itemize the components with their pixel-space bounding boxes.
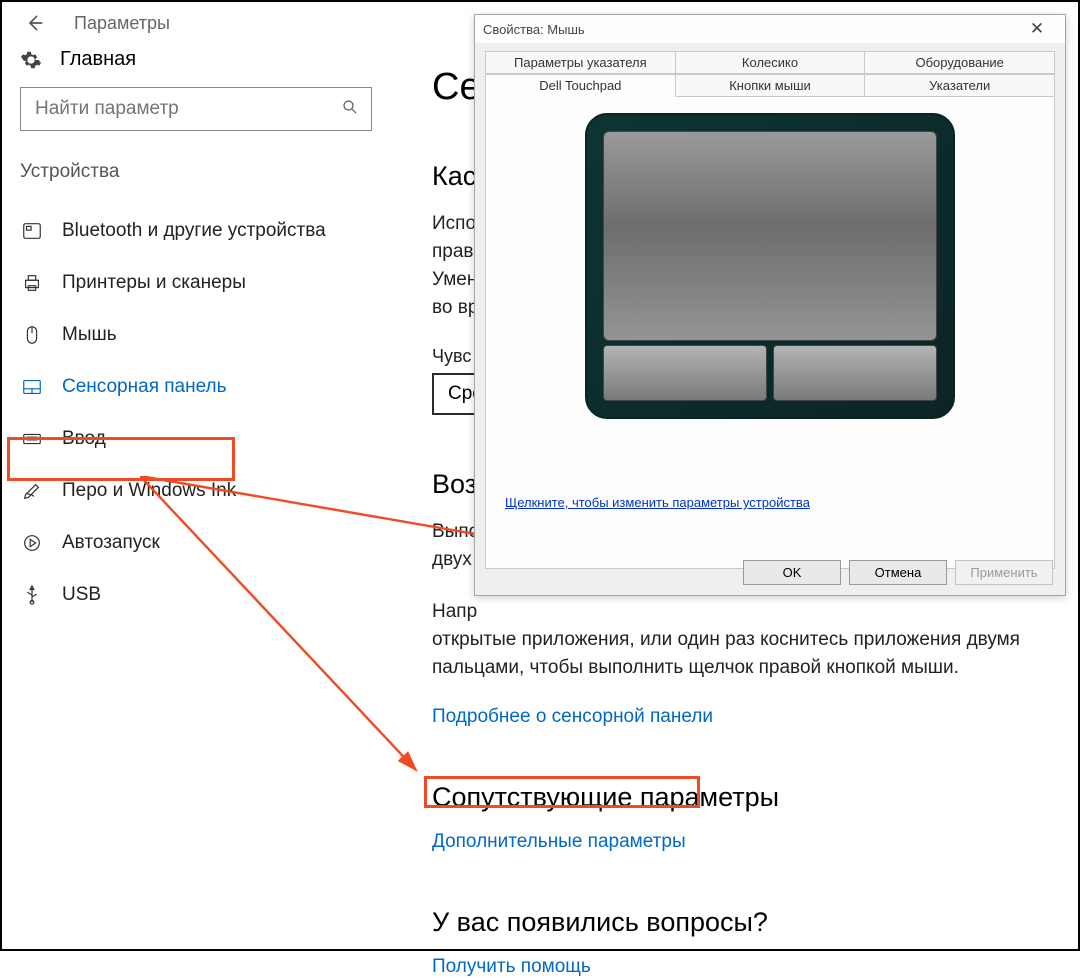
home-label[interactable]: Главная (60, 48, 136, 71)
tab-dell-touchpad[interactable]: Dell Touchpad (485, 74, 676, 97)
search-field[interactable] (33, 97, 341, 121)
search-input[interactable] (20, 87, 372, 131)
touchpad-illustration (585, 113, 955, 419)
back-button[interactable] (24, 12, 46, 34)
sidebar-item-label: Перо и Windows Ink (62, 480, 236, 502)
close-button[interactable]: ✕ (1017, 19, 1057, 39)
sidebar-item-label: Принтеры и сканеры (62, 272, 246, 294)
keyboard-icon (20, 427, 44, 451)
section-text: Напр открытые приложения, или один раз к… (432, 598, 1064, 682)
change-device-settings-link[interactable]: Щелкните, чтобы изменить параметры устро… (505, 495, 810, 510)
mouse-properties-dialog: Свойства: Мышь ✕ Параметры указателя Кол… (474, 14, 1066, 596)
cancel-button[interactable]: Отмена (849, 560, 947, 585)
sidebar-item-label: Сенсорная панель (62, 376, 227, 398)
sidebar-item-label: USB (62, 584, 101, 606)
search-icon (341, 98, 359, 121)
usb-icon (20, 583, 44, 607)
learn-more-link[interactable]: Подробнее о сенсорной панели (432, 706, 1064, 728)
tab-buttons[interactable]: Кнопки мыши (676, 74, 866, 97)
tab-hardware[interactable]: Оборудование (865, 51, 1055, 74)
tab-pointers[interactable]: Указатели (865, 74, 1055, 97)
sidebar-item-label: Ввод (62, 428, 106, 450)
additional-settings-link[interactable]: Дополнительные параметры (432, 831, 1064, 853)
ok-button[interactable]: OK (743, 560, 841, 585)
sidebar-item-label: Мышь (62, 324, 117, 346)
apply-button: Применить (955, 560, 1053, 585)
sidebar-item-label: Автозапуск (62, 532, 160, 554)
window-title: Параметры (74, 13, 170, 34)
printer-icon (20, 271, 44, 295)
touchpad-icon (20, 375, 44, 399)
gear-icon (20, 49, 42, 71)
dialog-title: Свойства: Мышь (483, 22, 585, 37)
mouse-icon (20, 323, 44, 347)
get-help-link[interactable]: Получить помощь (432, 956, 1064, 978)
sidebar-item-label: Bluetooth и другие устройства (62, 220, 326, 242)
bluetooth-icon (20, 219, 44, 243)
tab-wheel[interactable]: Колесико (676, 51, 866, 74)
tab-pointer-options[interactable]: Параметры указателя (485, 51, 676, 74)
autoplay-icon (20, 531, 44, 555)
pen-icon (20, 479, 44, 503)
section-heading-help: У вас появились вопросы? (432, 907, 1064, 938)
section-heading-related: Сопутствующие параметры (432, 782, 1064, 813)
